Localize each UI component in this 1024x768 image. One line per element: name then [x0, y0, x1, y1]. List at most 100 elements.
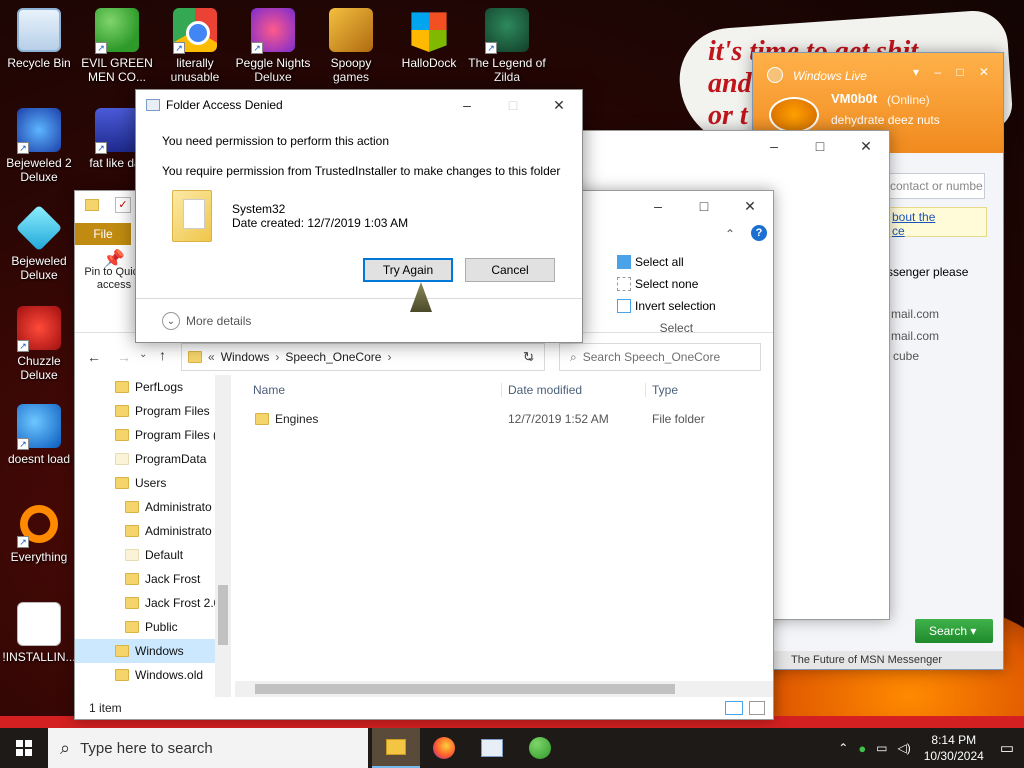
nav-item[interactable]: Windows: [75, 639, 231, 663]
file-list: Name Date modified Type Engines 12/7/201…: [241, 373, 771, 431]
desktop-icon-peggle[interactable]: ↗ Peggle Nights Deluxe: [234, 8, 312, 84]
msn-email-2[interactable]: mail.com: [891, 329, 939, 343]
close-icon[interactable]: ✕: [536, 90, 582, 120]
msn-status[interactable]: (Online): [887, 93, 930, 107]
more-details-toggle[interactable]: ⌄ More details: [162, 312, 251, 330]
try-again-button[interactable]: Try Again: [363, 258, 453, 282]
msn-personal-message[interactable]: dehydrate deez nuts: [831, 113, 940, 127]
nav-item-label: Administrato: [145, 524, 212, 538]
help-icon[interactable]: ?: [751, 225, 767, 241]
folder-access-denied-dialog: Folder Access Denied – □ ✕ You need perm…: [135, 89, 583, 343]
recycle-bin-icon: [17, 8, 61, 52]
desktop-icon-spoopy-games[interactable]: Spoopy games: [312, 8, 390, 84]
up-arrow-icon[interactable]: ↑: [159, 347, 166, 363]
clock-date: 10/30/2024: [923, 749, 984, 763]
chevron-up-icon[interactable]: ⌃: [833, 741, 853, 755]
recent-dropdown-icon[interactable]: ⌄: [139, 349, 147, 360]
nav-item[interactable]: Default: [75, 543, 231, 567]
folder-icon: [125, 621, 139, 633]
nav-item[interactable]: Jack Frost: [75, 567, 231, 591]
maximize-icon[interactable]: □: [797, 131, 843, 161]
msn-window-controls[interactable]: ▾ – □ ✕: [913, 65, 995, 79]
network-icon[interactable]: ▭: [871, 741, 892, 755]
maximize-icon[interactable]: □: [681, 191, 727, 221]
desktop-icon-doesnt-load[interactable]: ↗ doesnt load: [0, 404, 78, 466]
minimize-icon[interactable]: –: [635, 191, 681, 221]
file-tab[interactable]: File: [75, 223, 131, 245]
refresh-icon[interactable]: ↻: [523, 349, 534, 365]
desktop-icon-recycle-bin[interactable]: Recycle Bin: [0, 8, 78, 70]
nav-scrollbar[interactable]: [215, 375, 231, 697]
select-all-button[interactable]: Select all: [617, 251, 716, 273]
text-document-icon: [17, 602, 61, 646]
msn-contact-search[interactable]: contact or numbe: [885, 173, 985, 199]
msn-search-button[interactable]: Search ▾: [915, 619, 993, 643]
nav-item[interactable]: Windows.old: [75, 663, 231, 687]
details-view-icon[interactable]: [725, 701, 743, 715]
nav-item[interactable]: PerfLogs: [75, 375, 231, 399]
nav-item[interactable]: Program Files (: [75, 423, 231, 447]
start-button[interactable]: [0, 728, 48, 768]
msn-back-icon[interactable]: [767, 67, 783, 83]
nav-item-label: Program Files: [135, 404, 210, 418]
nav-item[interactable]: Administrato: [75, 519, 231, 543]
taskbar-file-explorer[interactable]: [372, 728, 420, 768]
desktop-icon-installing[interactable]: !INSTALLIN...: [0, 602, 78, 664]
column-name[interactable]: Name: [241, 383, 501, 397]
horizontal-scrollbar[interactable]: [235, 681, 773, 697]
nav-item[interactable]: Users: [75, 471, 231, 495]
taskbar-search-box[interactable]: ⌕ Type here to search: [48, 728, 368, 768]
search-box[interactable]: ⌕ Search Speech_OneCore: [559, 343, 761, 371]
nav-item[interactable]: Jack Frost 2.0: [75, 591, 231, 615]
desktop-icon-chrome[interactable]: ↗ literally unusable: [156, 8, 234, 84]
nav-item[interactable]: Administrato: [75, 495, 231, 519]
msn-email-1[interactable]: mail.com: [891, 307, 939, 321]
nav-item[interactable]: ProgramData: [75, 447, 231, 471]
msn-info-banner[interactable]: bout the ce: [887, 207, 987, 238]
minimize-icon[interactable]: –: [444, 90, 490, 120]
taskbar-msn-messenger[interactable]: [516, 728, 564, 768]
column-date-modified[interactable]: Date modified: [501, 383, 645, 397]
taskbar: ⌕ Type here to search ⌃ ● ▭ ◁) 8:14 PM 1…: [0, 728, 1024, 768]
nav-item-label: Administrato: [145, 500, 212, 514]
msn-avatar[interactable]: [769, 97, 819, 133]
msn-footer: The Future of MSN Messenger: [753, 651, 1003, 669]
close-icon[interactable]: ✕: [727, 191, 773, 221]
breadcrumb-speech-onecore[interactable]: Speech_OneCore: [285, 350, 381, 364]
horizontal-scroll-thumb[interactable]: [255, 684, 675, 694]
close-icon[interactable]: ✕: [843, 131, 889, 161]
address-bar[interactable]: « Windows › Speech_OneCore › ⌄: [181, 343, 545, 371]
control-panel-icon: [481, 739, 503, 757]
desktop-icon-bejeweled2[interactable]: ↗ Bejeweled 2 Deluxe: [0, 108, 78, 184]
minimize-icon[interactable]: –: [751, 131, 797, 161]
invert-selection-button[interactable]: Invert selection: [617, 295, 716, 317]
desktop-icon-zilda[interactable]: ↗ The Legend of Zilda: [468, 8, 546, 84]
select-none-button[interactable]: Select none: [617, 273, 716, 295]
nav-item[interactable]: Public: [75, 615, 231, 639]
cancel-button[interactable]: Cancel: [465, 258, 555, 282]
nav-scroll-thumb[interactable]: [218, 585, 228, 645]
desktop-icon-hallodock[interactable]: HalloDock: [390, 8, 468, 70]
file-row-engines[interactable]: Engines 12/7/2019 1:52 AM File folder: [241, 407, 771, 431]
desktop-icon-evil-green-men[interactable]: ↗ EVIL GREEN MEN CO...: [78, 8, 156, 84]
taskbar-clock[interactable]: 8:14 PM 10/30/2024: [916, 732, 992, 764]
large-icons-view-icon[interactable]: [749, 701, 765, 715]
desktop-icon-everything[interactable]: ↗ Everything: [0, 502, 78, 564]
ribbon-collapse-icon[interactable]: ⌃: [725, 227, 735, 241]
folder-icon: [125, 549, 139, 561]
notification-icon[interactable]: ▭: [992, 739, 1024, 757]
desktop-icon-chuzzle[interactable]: ↗ Chuzzle Deluxe: [0, 306, 78, 382]
desktop-icon-bejeweled-deluxe[interactable]: Bejeweled Deluxe: [0, 204, 78, 282]
taskbar-control-panel[interactable]: [468, 728, 516, 768]
folder-icon: [125, 525, 139, 537]
column-type[interactable]: Type: [645, 383, 745, 397]
back-arrow-icon[interactable]: ←: [87, 349, 101, 365]
nav-item[interactable]: Program Files: [75, 399, 231, 423]
nav-item-label: Windows.old: [135, 668, 204, 682]
msn-tray-icon[interactable]: ●: [853, 741, 871, 756]
properties-icon[interactable]: ✓: [115, 197, 131, 213]
forward-arrow-icon[interactable]: →: [117, 349, 131, 365]
breadcrumb-windows[interactable]: Windows: [221, 350, 270, 364]
volume-icon[interactable]: ◁): [893, 741, 916, 755]
taskbar-firefox[interactable]: [420, 728, 468, 768]
